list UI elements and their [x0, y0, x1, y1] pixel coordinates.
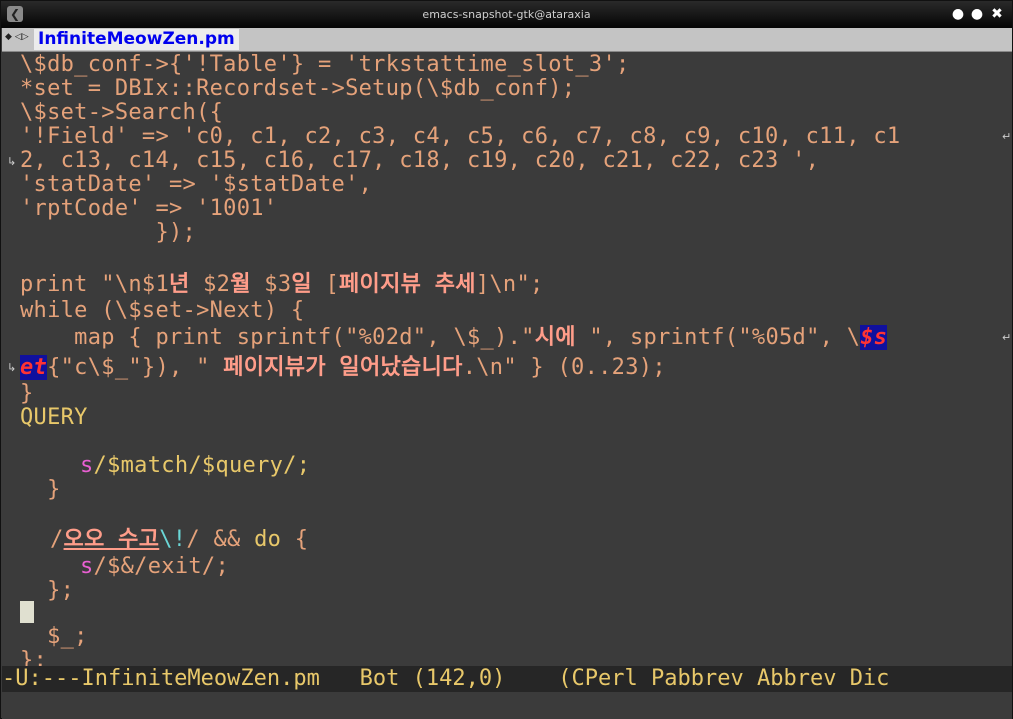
code-segment: map { print sprintf("%02d", \$_)."	[20, 325, 535, 350]
code-line: \$set->Search({	[20, 100, 224, 125]
code-line: map { print sprintf("%02d", \$_)."시에 ", …	[20, 325, 888, 350]
code-line: '!Field' => 'c0, c1, c2, c3, c4, c5, c6,…	[20, 124, 901, 149]
wrap-right-icon: ↵	[1002, 331, 1012, 344]
code-line: QUERY	[20, 405, 88, 430]
mode-line[interactable]: -U:---InfiniteMeowZen.pm Bot (142,0) (CP…	[2, 666, 1012, 692]
tab-infinitemeowzen[interactable]: InfiniteMeowZen.pm	[34, 29, 239, 50]
code-line: 2, c13, c14, c15, c16, c17, c18, c19, c2…	[20, 148, 820, 173]
code-line: $_;	[20, 624, 88, 649]
korean-text: 페이지뷰 추세	[339, 272, 476, 297]
text-cursor	[20, 601, 34, 623]
code-segment: ]\n";	[475, 272, 544, 297]
wrap-left-icon: ↳	[7, 155, 17, 168]
code-line: *set = DBIx::Recordset->Setup(\$db_conf)…	[20, 76, 576, 101]
highlighted-variable: et	[20, 355, 48, 380]
code-segment: [	[311, 272, 340, 297]
code-line: });	[20, 220, 197, 245]
window-title: emacs-snapshot-gtk@ataraxia	[422, 8, 591, 21]
maximize-dot-icon[interactable]: ●	[969, 6, 985, 22]
highlighted-variable: $s	[860, 325, 888, 350]
code-segment: .\n" } (0..23);	[462, 355, 666, 380]
korean-text: 일	[291, 272, 312, 297]
code-line: 'rptCode' => '1001'	[20, 196, 278, 221]
code-segment: /$&/exit/;	[93, 554, 229, 579]
wrap-left-icon: ↳	[7, 361, 17, 374]
code-line: /오오 수고\!/ && do {	[50, 528, 308, 552]
emacs-window: ❮ emacs-snapshot-gtk@ataraxia ● ● ✖ ◆ ◁▷…	[0, 0, 1013, 719]
code-segment: $3	[250, 272, 292, 297]
code-line: while (\$set->Next) {	[20, 299, 304, 323]
code-line: print "\n$1년 $2월 $3일 [페이지뷰 추세]\n";	[20, 273, 544, 297]
close-icon[interactable]: ✖	[989, 6, 1005, 22]
minibuffer[interactable]	[2, 692, 1012, 719]
korean-text: 페이지뷰가 일어났습니다	[223, 355, 463, 380]
code-line: \$db_conf->{'!Table'} = 'trkstattime_slo…	[20, 52, 630, 77]
code-line: }	[20, 477, 61, 502]
code-segment: / &&	[186, 527, 255, 552]
code-line: }	[20, 381, 34, 406]
code-line: s/$match/$query/;	[80, 454, 310, 478]
korean-text: 시에	[534, 325, 576, 350]
code-segment: /	[50, 527, 64, 552]
code-segment: ", sprintf("%05d", \	[575, 325, 861, 350]
wrap-right-icon: ↵	[1002, 130, 1012, 143]
right-fringe	[994, 52, 1012, 666]
regex-operator: s	[80, 554, 94, 579]
regex-operator: s	[80, 453, 94, 478]
window-titlebar[interactable]: ❮ emacs-snapshot-gtk@ataraxia ● ● ✖	[1, 1, 1012, 28]
code-line: };	[20, 578, 75, 603]
code-segment: do	[254, 527, 282, 552]
code-line: s/$&/exit/;	[80, 555, 229, 579]
korean-text: 오오 수고	[63, 527, 160, 552]
korean-text: 월	[230, 272, 251, 297]
code-segment: $2	[189, 272, 231, 297]
left-fringe	[2, 52, 20, 666]
tab-scroll-arrows-icon[interactable]: ◆ ◁▷	[5, 32, 29, 42]
tab-bar: ◆ ◁▷ InfiniteMeowZen.pm	[2, 28, 1012, 52]
code-line: };	[20, 648, 48, 667]
code-line: 'statDate' => '$statDate',	[20, 172, 373, 197]
code-line: et{"c\$_"}), " 페이지뷰가 일어났습니다.\n" } (0..23…	[20, 355, 666, 380]
code-segment: print "\n$1	[20, 272, 169, 297]
code-segment: (\$set->Next) {	[87, 298, 305, 323]
code-segment: {	[281, 527, 309, 552]
korean-text: 년	[169, 272, 190, 297]
code-segment: {"c\$_"}), "	[47, 355, 224, 380]
editor-buffer[interactable]: ↵ ↳ ↵ ↳ \$db_conf->{'!Table'} = 'trkstat…	[2, 52, 1012, 666]
code-segment: /$match/$query/;	[93, 453, 311, 478]
menu-dot-icon[interactable]: ●	[950, 6, 966, 22]
code-segment: while	[20, 298, 88, 323]
code-segment: \!	[159, 527, 187, 552]
